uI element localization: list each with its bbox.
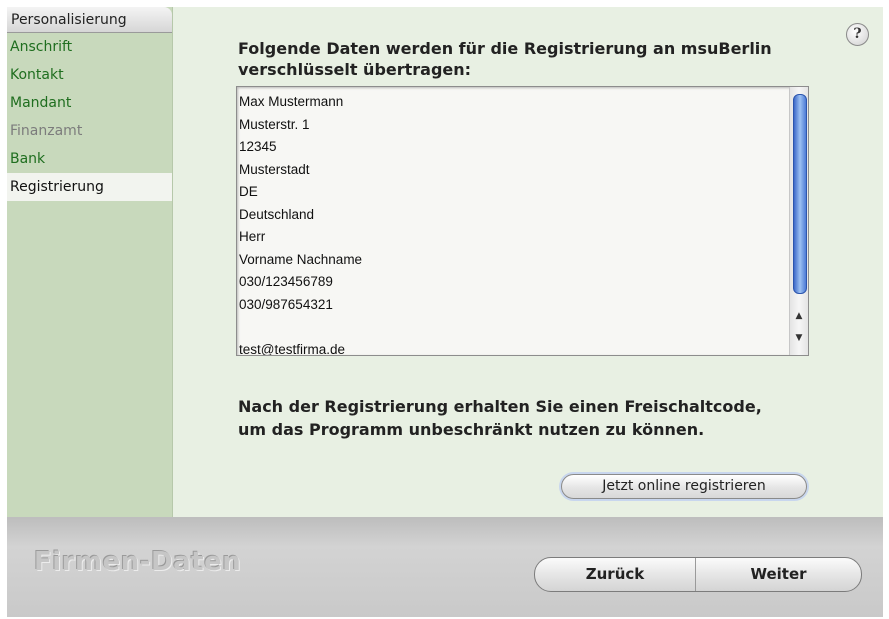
scroll-up-arrow-icon[interactable]: ▲ <box>793 309 805 323</box>
help-button[interactable]: ? <box>846 23 869 46</box>
content-area: Personalisierung Anschrift Kontakt Manda… <box>7 7 883 517</box>
intro-text: Folgende Daten werden für die Registrier… <box>238 39 772 79</box>
sidebar-header: Personalisierung <box>7 7 172 33</box>
sidebar-item-anschrift[interactable]: Anschrift <box>7 33 172 61</box>
data-line: Vorname Nachname <box>239 251 363 267</box>
data-line <box>239 316 779 339</box>
data-line: Musterstr. 1 <box>239 116 310 132</box>
outro-line-1: Nach der Registrierung erhalten Sie eine… <box>238 397 762 416</box>
data-lines: Max Mustermann Musterstr. 1 12345 Muster… <box>239 91 779 356</box>
navigation-buttons: Zurück Weiter <box>534 557 862 592</box>
next-button[interactable]: Weiter <box>696 558 861 591</box>
outro-line-2: um das Programm unbeschränkt nutzen zu k… <box>238 420 705 439</box>
vertical-scrollbar[interactable]: ▲ ▼ <box>789 87 808 355</box>
window: Personalisierung Anschrift Kontakt Manda… <box>7 7 883 617</box>
scroll-thumb[interactable] <box>793 94 807 294</box>
outro-text: Nach der Registrierung erhalten Sie eine… <box>238 395 838 441</box>
brand-title: Firmen-Daten <box>34 547 242 577</box>
sidebar-item-registrierung[interactable]: Registrierung <box>7 173 172 201</box>
data-line: 030/987654321 <box>239 296 333 312</box>
data-line: Max Mustermann <box>239 94 344 109</box>
back-button[interactable]: Zurück <box>535 558 696 591</box>
data-line: test@testfirma.de <box>239 341 345 356</box>
sidebar-item-finanzamt: Finanzamt <box>10 123 83 139</box>
data-line: 030/123456789 <box>239 274 333 289</box>
data-line: Deutschland <box>239 206 315 222</box>
data-line: DE <box>239 184 258 199</box>
sidebar-list: Anschrift Kontakt Mandant Finanzamt Bank… <box>7 33 172 201</box>
sidebar: Personalisierung Anschrift Kontakt Manda… <box>7 7 173 517</box>
registration-data-list[interactable]: Max Mustermann Musterstr. 1 12345 Muster… <box>236 86 809 356</box>
data-line: Herr <box>239 229 266 244</box>
data-line: 12345 <box>239 139 277 154</box>
register-online-button[interactable]: Jetzt online registrieren <box>561 474 807 499</box>
sidebar-item-kontakt[interactable]: Kontakt <box>7 61 172 89</box>
scroll-down-arrow-icon[interactable]: ▼ <box>793 331 805 345</box>
sidebar-item-mandant[interactable]: Mandant <box>7 89 172 117</box>
footer-bar: Firmen-Daten Zurück Weiter <box>7 517 883 617</box>
sidebar-item-bank[interactable]: Bank <box>7 145 172 173</box>
data-line: Musterstadt <box>239 161 310 177</box>
